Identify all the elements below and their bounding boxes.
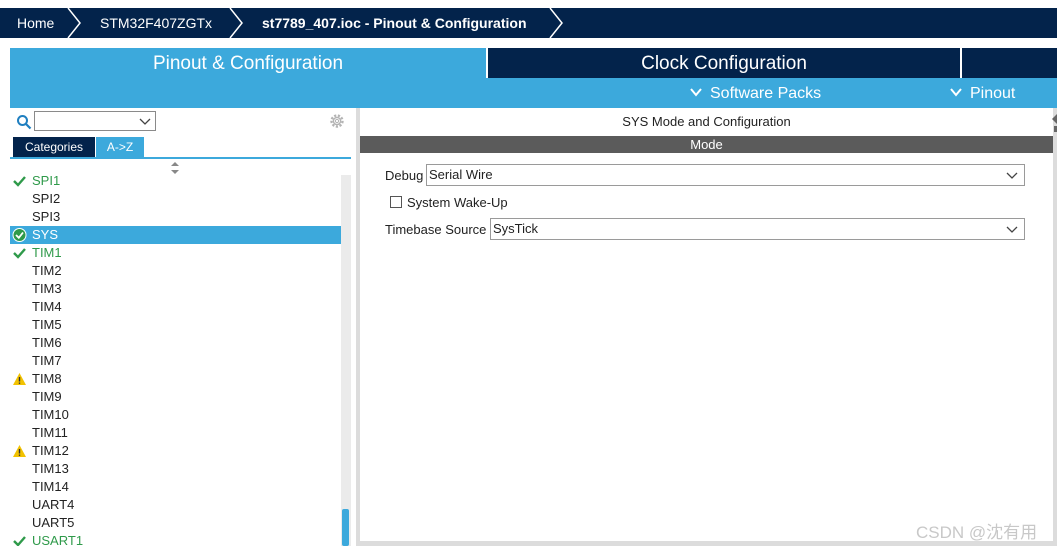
warning-icon — [13, 373, 26, 385]
pinout-menu[interactable]: Pinout — [950, 78, 1015, 108]
peripheral-list-item-label: TIM12 — [32, 443, 69, 458]
peripheral-list-item[interactable]: TIM13 — [10, 460, 341, 478]
peripheral-list-item[interactable]: SYS — [10, 226, 341, 244]
peripheral-list-item-label: TIM6 — [32, 335, 62, 350]
peripheral-list: SPI1 SPI2 SPI3 SYS TIM1 TIM2 TIM3 TIM4 TIM5 TIM6 T… — [10, 175, 341, 546]
list-scrollbar[interactable] — [341, 175, 351, 546]
sub-navigation: Software Packs Pinout — [10, 78, 1057, 108]
peripheral-list-panel: Categories A->Z SPI1 SPI2 SPI3 SYS TIM1 TIM2 T… — [10, 108, 351, 546]
peripheral-list-item-label: TIM13 — [32, 461, 69, 476]
peripheral-list-item[interactable]: USART1 — [10, 532, 341, 546]
peripheral-list-item-label: UART5 — [32, 515, 75, 530]
search-icon[interactable] — [16, 114, 32, 130]
main-tabs: Pinout & Configuration Clock Configurati… — [10, 48, 1057, 78]
peripheral-list-item[interactable]: TIM2 — [10, 262, 341, 280]
system-wakeup-checkbox[interactable] — [390, 196, 402, 208]
tab-a-to-z[interactable]: A->Z — [96, 137, 144, 157]
debug-select[interactable]: Serial Wire — [426, 164, 1025, 186]
panel-resize-handle[interactable] — [1052, 108, 1057, 138]
software-packs-menu[interactable]: Software Packs — [690, 78, 821, 108]
search-combo-input[interactable] — [34, 111, 156, 131]
debug-select-value: Serial Wire — [429, 167, 493, 182]
check-icon — [13, 176, 26, 187]
mode-section-header[interactable]: Mode — [360, 136, 1053, 153]
peripheral-list-item[interactable]: TIM10 — [10, 406, 341, 424]
check-circle-icon — [12, 228, 27, 242]
software-packs-label: Software Packs — [710, 85, 822, 102]
peripheral-list-item-label: SPI3 — [32, 209, 61, 224]
breadcrumb-device[interactable]: STM32F407ZGTx — [100, 8, 212, 38]
chevron-down-icon — [1006, 172, 1018, 179]
app-window: Home STM32F407ZGTx st7789_407.ioc - Pino… — [0, 0, 1057, 546]
chevron-right-icon — [67, 8, 81, 38]
peripheral-list-item-label: TIM4 — [32, 299, 62, 314]
peripheral-list-item[interactable]: SPI1 — [10, 175, 341, 190]
peripheral-list-item-label: TIM8 — [32, 371, 62, 386]
chevron-down-icon — [139, 118, 151, 125]
peripheral-list-item[interactable]: TIM3 — [10, 280, 341, 298]
peripheral-list-item[interactable]: SPI3 — [10, 208, 341, 226]
timebase-source-select[interactable]: SysTick — [490, 218, 1025, 240]
peripheral-list-item[interactable]: TIM6 — [10, 334, 341, 352]
peripheral-list-item[interactable]: TIM8 — [10, 370, 341, 388]
configuration-panel-body: SYS Mode and Configuration Mode Debug Se… — [360, 108, 1053, 541]
peripheral-list-item-label: TIM7 — [32, 353, 62, 368]
system-wakeup-label: System Wake-Up — [407, 195, 508, 210]
chevron-right-icon — [549, 8, 563, 38]
timebase-source-label: Timebase Source — [385, 222, 487, 237]
chevron-down-icon — [690, 88, 702, 97]
peripheral-list-item-label: TIM14 — [32, 479, 69, 494]
peripheral-list-item-label: TIM5 — [32, 317, 62, 332]
peripheral-list-item-label: TIM11 — [32, 425, 68, 440]
tab-pinout-configuration[interactable]: Pinout & Configuration — [10, 48, 486, 78]
peripheral-list-item[interactable]: UART5 — [10, 514, 341, 532]
check-icon — [13, 248, 26, 259]
tab-overflow[interactable] — [960, 48, 1057, 78]
check-icon — [13, 536, 26, 546]
chevron-down-icon — [950, 88, 962, 97]
peripheral-list-item[interactable]: TIM11 — [10, 424, 341, 442]
peripheral-list-item[interactable]: SPI2 — [10, 190, 341, 208]
breadcrumb-project[interactable]: st7789_407.ioc - Pinout & Configuration — [262, 8, 527, 38]
peripheral-list-item-label: UART4 — [32, 497, 75, 512]
breadcrumb-home[interactable]: Home — [17, 8, 54, 38]
peripheral-list-item-label: SYS — [32, 227, 59, 242]
peripheral-list-item[interactable]: TIM14 — [10, 478, 341, 496]
peripheral-list-item-label: TIM9 — [32, 389, 62, 404]
chevron-right-icon — [229, 8, 243, 38]
peripheral-list-item-label: SPI2 — [32, 191, 61, 206]
panel-title: SYS Mode and Configuration — [622, 114, 791, 129]
peripheral-list-item[interactable]: TIM9 — [10, 388, 341, 406]
timebase-source-value: SysTick — [493, 221, 539, 236]
configuration-panel: SYS Mode and Configuration Mode Debug Se… — [356, 108, 1057, 546]
divider — [10, 157, 351, 159]
peripheral-list-item-label: TIM3 — [32, 281, 62, 296]
watermark: CSDN @沈有用 — [916, 523, 1038, 542]
sort-icon[interactable] — [170, 161, 180, 175]
gear-icon[interactable] — [328, 112, 346, 130]
peripheral-list-item-label: SPI1 — [32, 175, 61, 188]
peripheral-list-item[interactable]: TIM4 — [10, 298, 341, 316]
chevron-down-icon — [1006, 226, 1018, 233]
peripheral-list-item[interactable]: TIM7 — [10, 352, 341, 370]
peripheral-list-item[interactable]: UART4 — [10, 496, 341, 514]
peripheral-list-item-label: USART1 — [32, 533, 84, 546]
peripheral-list-item-label: TIM10 — [32, 407, 69, 422]
peripheral-list-item-label: TIM1 — [32, 245, 62, 260]
list-scrollbar-thumb[interactable] — [342, 509, 349, 546]
warning-icon — [13, 445, 26, 457]
peripheral-list-item-label: TIM2 — [32, 263, 62, 278]
debug-label: Debug — [385, 168, 424, 183]
tab-clock-configuration[interactable]: Clock Configuration — [486, 48, 960, 78]
peripheral-list-item[interactable]: TIM12 — [10, 442, 341, 460]
peripheral-list-item[interactable]: TIM1 — [10, 244, 341, 262]
breadcrumb: Home STM32F407ZGTx st7789_407.ioc - Pino… — [0, 8, 1057, 38]
peripheral-list-item[interactable]: TIM5 — [10, 316, 341, 334]
tab-categories[interactable]: Categories — [13, 137, 95, 157]
pinout-menu-label: Pinout — [970, 85, 1016, 102]
